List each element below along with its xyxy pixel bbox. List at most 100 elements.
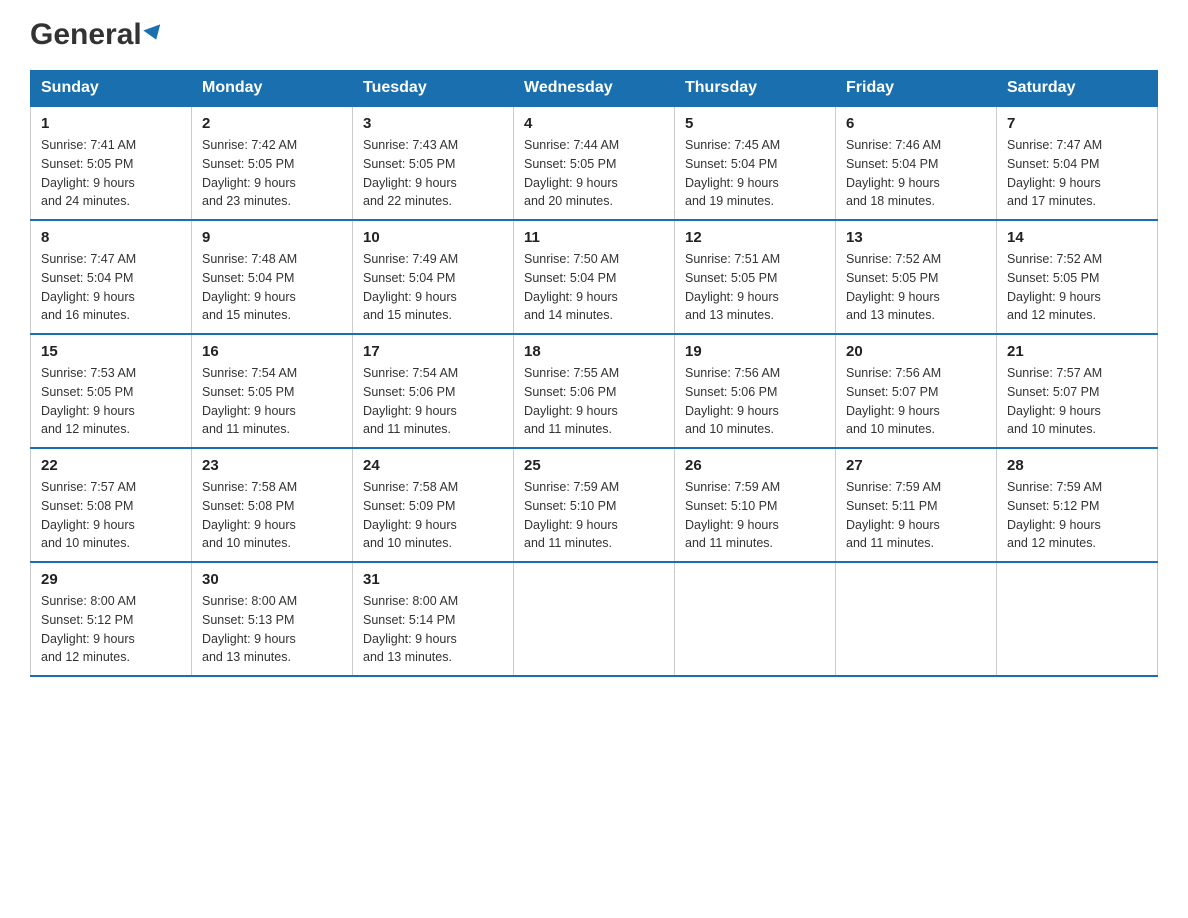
day-number: 19 bbox=[685, 343, 825, 360]
calendar-cell: 25 Sunrise: 7:59 AM Sunset: 5:10 PM Dayl… bbox=[514, 448, 675, 562]
column-header-friday: Friday bbox=[836, 71, 997, 107]
calendar-cell: 29 Sunrise: 8:00 AM Sunset: 5:12 PM Dayl… bbox=[31, 562, 192, 676]
day-number: 16 bbox=[202, 343, 342, 360]
column-header-wednesday: Wednesday bbox=[514, 71, 675, 107]
day-info: Sunrise: 7:47 AM Sunset: 5:04 PM Dayligh… bbox=[41, 250, 181, 325]
day-number: 22 bbox=[41, 457, 181, 474]
day-number: 30 bbox=[202, 571, 342, 588]
day-info: Sunrise: 7:50 AM Sunset: 5:04 PM Dayligh… bbox=[524, 250, 664, 325]
day-number: 15 bbox=[41, 343, 181, 360]
calendar-cell: 2 Sunrise: 7:42 AM Sunset: 5:05 PM Dayli… bbox=[192, 106, 353, 220]
day-info: Sunrise: 7:54 AM Sunset: 5:06 PM Dayligh… bbox=[363, 364, 503, 439]
logo: General bbox=[30, 20, 163, 50]
day-number: 28 bbox=[1007, 457, 1147, 474]
day-info: Sunrise: 7:52 AM Sunset: 5:05 PM Dayligh… bbox=[846, 250, 986, 325]
calendar-cell: 26 Sunrise: 7:59 AM Sunset: 5:10 PM Dayl… bbox=[675, 448, 836, 562]
calendar-cell: 27 Sunrise: 7:59 AM Sunset: 5:11 PM Dayl… bbox=[836, 448, 997, 562]
calendar-cell: 4 Sunrise: 7:44 AM Sunset: 5:05 PM Dayli… bbox=[514, 106, 675, 220]
day-number: 1 bbox=[41, 115, 181, 132]
calendar-cell: 16 Sunrise: 7:54 AM Sunset: 5:05 PM Dayl… bbox=[192, 334, 353, 448]
day-number: 31 bbox=[363, 571, 503, 588]
day-info: Sunrise: 7:42 AM Sunset: 5:05 PM Dayligh… bbox=[202, 136, 342, 211]
day-info: Sunrise: 7:48 AM Sunset: 5:04 PM Dayligh… bbox=[202, 250, 342, 325]
calendar-cell bbox=[675, 562, 836, 676]
day-info: Sunrise: 8:00 AM Sunset: 5:12 PM Dayligh… bbox=[41, 592, 181, 667]
calendar-cell: 10 Sunrise: 7:49 AM Sunset: 5:04 PM Dayl… bbox=[353, 220, 514, 334]
column-header-thursday: Thursday bbox=[675, 71, 836, 107]
calendar-cell: 3 Sunrise: 7:43 AM Sunset: 5:05 PM Dayli… bbox=[353, 106, 514, 220]
day-number: 4 bbox=[524, 115, 664, 132]
day-number: 17 bbox=[363, 343, 503, 360]
day-number: 14 bbox=[1007, 229, 1147, 246]
calendar-cell: 31 Sunrise: 8:00 AM Sunset: 5:14 PM Dayl… bbox=[353, 562, 514, 676]
page-header: General bbox=[30, 20, 1158, 50]
calendar-cell: 30 Sunrise: 8:00 AM Sunset: 5:13 PM Dayl… bbox=[192, 562, 353, 676]
day-info: Sunrise: 7:57 AM Sunset: 5:07 PM Dayligh… bbox=[1007, 364, 1147, 439]
calendar-header-row: SundayMondayTuesdayWednesdayThursdayFrid… bbox=[31, 71, 1158, 107]
calendar-cell: 13 Sunrise: 7:52 AM Sunset: 5:05 PM Dayl… bbox=[836, 220, 997, 334]
day-number: 11 bbox=[524, 229, 664, 246]
calendar-week-row: 8 Sunrise: 7:47 AM Sunset: 5:04 PM Dayli… bbox=[31, 220, 1158, 334]
calendar-cell: 11 Sunrise: 7:50 AM Sunset: 5:04 PM Dayl… bbox=[514, 220, 675, 334]
day-info: Sunrise: 7:59 AM Sunset: 5:11 PM Dayligh… bbox=[846, 478, 986, 553]
calendar-cell: 8 Sunrise: 7:47 AM Sunset: 5:04 PM Dayli… bbox=[31, 220, 192, 334]
calendar-week-row: 22 Sunrise: 7:57 AM Sunset: 5:08 PM Dayl… bbox=[31, 448, 1158, 562]
day-number: 20 bbox=[846, 343, 986, 360]
day-info: Sunrise: 7:54 AM Sunset: 5:05 PM Dayligh… bbox=[202, 364, 342, 439]
day-info: Sunrise: 7:46 AM Sunset: 5:04 PM Dayligh… bbox=[846, 136, 986, 211]
day-info: Sunrise: 7:41 AM Sunset: 5:05 PM Dayligh… bbox=[41, 136, 181, 211]
day-number: 27 bbox=[846, 457, 986, 474]
calendar-cell: 1 Sunrise: 7:41 AM Sunset: 5:05 PM Dayli… bbox=[31, 106, 192, 220]
day-info: Sunrise: 7:51 AM Sunset: 5:05 PM Dayligh… bbox=[685, 250, 825, 325]
day-info: Sunrise: 7:49 AM Sunset: 5:04 PM Dayligh… bbox=[363, 250, 503, 325]
calendar-cell: 15 Sunrise: 7:53 AM Sunset: 5:05 PM Dayl… bbox=[31, 334, 192, 448]
day-info: Sunrise: 7:59 AM Sunset: 5:12 PM Dayligh… bbox=[1007, 478, 1147, 553]
day-info: Sunrise: 8:00 AM Sunset: 5:14 PM Dayligh… bbox=[363, 592, 503, 667]
day-number: 23 bbox=[202, 457, 342, 474]
calendar-week-row: 1 Sunrise: 7:41 AM Sunset: 5:05 PM Dayli… bbox=[31, 106, 1158, 220]
calendar-cell bbox=[997, 562, 1158, 676]
day-info: Sunrise: 7:47 AM Sunset: 5:04 PM Dayligh… bbox=[1007, 136, 1147, 211]
day-number: 12 bbox=[685, 229, 825, 246]
day-number: 6 bbox=[846, 115, 986, 132]
day-number: 29 bbox=[41, 571, 181, 588]
day-number: 25 bbox=[524, 457, 664, 474]
day-number: 5 bbox=[685, 115, 825, 132]
column-header-saturday: Saturday bbox=[997, 71, 1158, 107]
day-number: 8 bbox=[41, 229, 181, 246]
day-number: 3 bbox=[363, 115, 503, 132]
calendar-cell: 7 Sunrise: 7:47 AM Sunset: 5:04 PM Dayli… bbox=[997, 106, 1158, 220]
day-number: 21 bbox=[1007, 343, 1147, 360]
column-header-sunday: Sunday bbox=[31, 71, 192, 107]
calendar-cell: 23 Sunrise: 7:58 AM Sunset: 5:08 PM Dayl… bbox=[192, 448, 353, 562]
calendar-cell: 19 Sunrise: 7:56 AM Sunset: 5:06 PM Dayl… bbox=[675, 334, 836, 448]
calendar-cell: 9 Sunrise: 7:48 AM Sunset: 5:04 PM Dayli… bbox=[192, 220, 353, 334]
day-info: Sunrise: 7:56 AM Sunset: 5:06 PM Dayligh… bbox=[685, 364, 825, 439]
day-info: Sunrise: 7:59 AM Sunset: 5:10 PM Dayligh… bbox=[524, 478, 664, 553]
calendar-cell: 20 Sunrise: 7:56 AM Sunset: 5:07 PM Dayl… bbox=[836, 334, 997, 448]
day-info: Sunrise: 7:56 AM Sunset: 5:07 PM Dayligh… bbox=[846, 364, 986, 439]
day-number: 10 bbox=[363, 229, 503, 246]
calendar-cell: 5 Sunrise: 7:45 AM Sunset: 5:04 PM Dayli… bbox=[675, 106, 836, 220]
calendar-cell: 18 Sunrise: 7:55 AM Sunset: 5:06 PM Dayl… bbox=[514, 334, 675, 448]
calendar-cell bbox=[514, 562, 675, 676]
day-info: Sunrise: 7:59 AM Sunset: 5:10 PM Dayligh… bbox=[685, 478, 825, 553]
column-header-monday: Monday bbox=[192, 71, 353, 107]
day-info: Sunrise: 8:00 AM Sunset: 5:13 PM Dayligh… bbox=[202, 592, 342, 667]
calendar-table: SundayMondayTuesdayWednesdayThursdayFrid… bbox=[30, 70, 1158, 677]
day-info: Sunrise: 7:55 AM Sunset: 5:06 PM Dayligh… bbox=[524, 364, 664, 439]
day-info: Sunrise: 7:58 AM Sunset: 5:09 PM Dayligh… bbox=[363, 478, 503, 553]
calendar-cell: 21 Sunrise: 7:57 AM Sunset: 5:07 PM Dayl… bbox=[997, 334, 1158, 448]
calendar-cell: 22 Sunrise: 7:57 AM Sunset: 5:08 PM Dayl… bbox=[31, 448, 192, 562]
day-info: Sunrise: 7:45 AM Sunset: 5:04 PM Dayligh… bbox=[685, 136, 825, 211]
day-number: 2 bbox=[202, 115, 342, 132]
calendar-cell: 24 Sunrise: 7:58 AM Sunset: 5:09 PM Dayl… bbox=[353, 448, 514, 562]
calendar-cell: 28 Sunrise: 7:59 AM Sunset: 5:12 PM Dayl… bbox=[997, 448, 1158, 562]
logo-text: General bbox=[30, 20, 163, 50]
day-number: 9 bbox=[202, 229, 342, 246]
day-info: Sunrise: 7:44 AM Sunset: 5:05 PM Dayligh… bbox=[524, 136, 664, 211]
day-number: 24 bbox=[363, 457, 503, 474]
day-info: Sunrise: 7:58 AM Sunset: 5:08 PM Dayligh… bbox=[202, 478, 342, 553]
calendar-cell: 12 Sunrise: 7:51 AM Sunset: 5:05 PM Dayl… bbox=[675, 220, 836, 334]
day-info: Sunrise: 7:52 AM Sunset: 5:05 PM Dayligh… bbox=[1007, 250, 1147, 325]
